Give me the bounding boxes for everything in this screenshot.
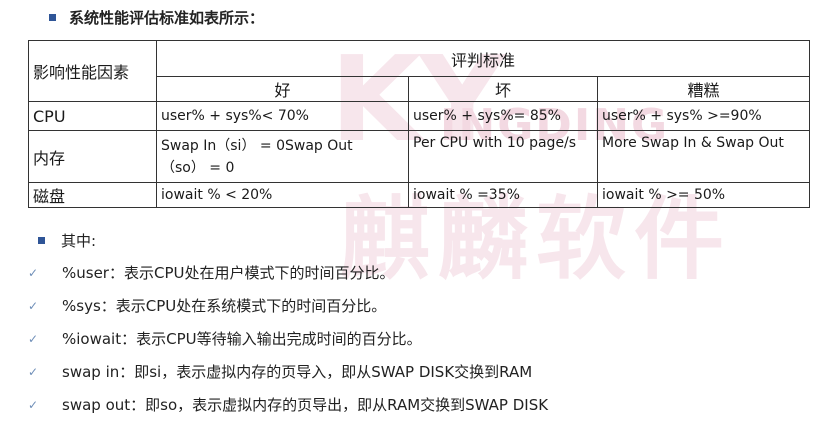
square-bullet-icon	[49, 14, 56, 21]
memory-good-line1: Swap In（si） = 0Swap Out	[161, 138, 353, 154]
list-item: ✓ swap out：即so，表示虚拟内存的页导出，即从RAM交换到SWAP D…	[26, 388, 548, 421]
section-heading: 系统性能评估标准如表所示：	[49, 7, 264, 28]
checkmark-icon: ✓	[27, 331, 39, 346]
disk-good: iowait % < 20%	[156, 182, 409, 208]
note-text: swap out：即so，表示虚拟内存的页导出，即从RAM交换到SWAP DIS…	[62, 395, 549, 414]
level-good-header: 好	[156, 76, 409, 102]
level-bad-header: 坏	[408, 76, 598, 102]
memory-terrible: More Swap In & Swap Out	[596, 130, 811, 183]
list-item: ✓ swap in：即si，表示虚拟内存的页导入，即从SWAP DISK交换到R…	[26, 355, 548, 388]
factor-memory: 内存	[28, 130, 157, 183]
memory-good-line2: （so） = 0	[161, 160, 235, 176]
square-bullet-icon	[38, 237, 45, 244]
memory-good: Swap In（si） = 0Swap Out （so） = 0	[156, 130, 409, 183]
list-item: ✓ %iowait：表示CPU等待输入输出完成时间的百分比。	[26, 322, 548, 355]
list-item: ✓ %user：表示CPU处在用户模式下的时间百分比。	[26, 256, 548, 289]
note-text: %iowait：表示CPU等待输入输出完成时间的百分比。	[62, 329, 422, 348]
criteria-header: 评判标准	[155, 40, 811, 77]
table-row: CPU user% + sys%< 70% user% + sys%= 85% …	[28, 101, 811, 131]
notes-list: ✓ %user：表示CPU处在用户模式下的时间百分比。 ✓ %sys：表示CPU…	[26, 256, 548, 421]
factor-cpu: CPU	[28, 101, 157, 131]
checkmark-icon: ✓	[27, 397, 39, 412]
heading-text: 系统性能评估标准如表所示：	[69, 9, 265, 27]
cpu-terrible: user% + sys% >=90%	[596, 101, 811, 131]
cpu-bad: user% + sys%= 85%	[408, 101, 598, 131]
checkmark-icon: ✓	[27, 265, 39, 280]
note-text: %user：表示CPU处在用户模式下的时间百分比。	[62, 263, 395, 282]
disk-terrible: iowait % >= 50%	[596, 182, 811, 208]
table-row: 磁盘 iowait % < 20% iowait % =35% iowait %…	[28, 182, 811, 208]
factor-header: 影响性能因素	[28, 40, 157, 102]
checkmark-icon: ✓	[27, 298, 39, 313]
level-terrible-header: 糟糕	[596, 76, 811, 102]
memory-bad: Per CPU with 10 page/s	[408, 130, 598, 183]
list-item: ✓ %sys：表示CPU处在系统模式下的时间百分比。	[26, 289, 548, 322]
cpu-good: user% + sys%< 70%	[156, 101, 409, 131]
note-text: swap in：即si，表示虚拟内存的页导入，即从SWAP DISK交换到RAM	[62, 362, 533, 381]
note-text: %sys：表示CPU处在系统模式下的时间百分比。	[62, 296, 387, 315]
factor-disk: 磁盘	[28, 182, 157, 208]
performance-criteria-table: 影响性能因素 评判标准 好 坏 糟糕 CPU user% + sys%< 70%…	[28, 40, 811, 208]
notes-heading: 其中:	[38, 230, 96, 251]
notes-heading-text: 其中:	[61, 232, 97, 250]
disk-bad: iowait % =35%	[408, 182, 598, 208]
checkmark-icon: ✓	[27, 364, 39, 379]
table-row: 内存 Swap In（si） = 0Swap Out （so） = 0 Per …	[28, 130, 811, 183]
